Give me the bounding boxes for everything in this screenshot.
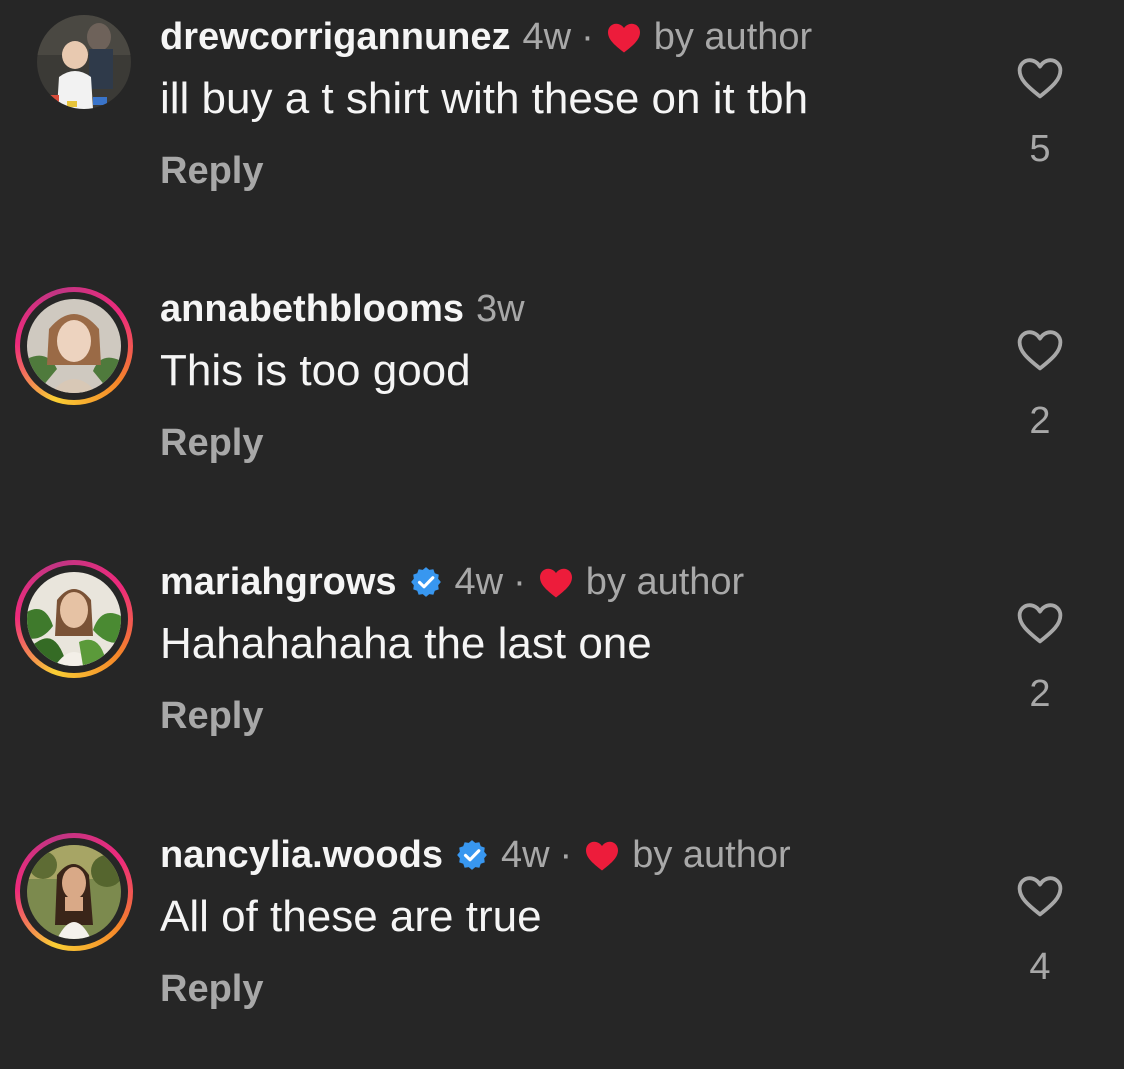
liked-by-author-label: by author	[632, 833, 791, 876]
comment-text: All of these are true	[160, 892, 542, 941]
comment-text: ill buy a t shirt with these on it tbh	[160, 74, 809, 123]
comment-text: This is too good	[160, 346, 471, 395]
reply-button[interactable]: Reply	[160, 695, 263, 738]
verified-badge-icon	[409, 565, 443, 599]
heart-outline-icon[interactable]	[1016, 328, 1064, 372]
heart-outline-icon[interactable]	[1016, 56, 1064, 100]
comment-header: annabethblooms 3w	[160, 286, 525, 332]
avatar[interactable]	[15, 287, 133, 405]
comment-text: Hahahahaha the last one	[160, 619, 652, 668]
avatar[interactable]	[15, 15, 133, 133]
avatar[interactable]	[15, 833, 133, 951]
separator-dot: ·	[581, 15, 594, 58]
red-heart-icon	[538, 566, 574, 598]
comment-header: nancylia.woods 4w · by author	[160, 832, 791, 878]
timestamp: 4w	[500, 833, 550, 876]
like-count: 2	[1029, 673, 1051, 715]
comment-item: drewcorrigannunez 4w · by author ill buy…	[0, 0, 1124, 240]
comment-item: nancylia.woods 4w · by author All of the…	[0, 818, 1124, 1058]
reply-button[interactable]: Reply	[160, 968, 263, 1011]
separator-dot: ·	[559, 833, 573, 876]
comment-header: mariahgrows 4w · by author	[160, 559, 744, 605]
comment-item: mariahgrows 4w · by author Hahahahaha th…	[0, 545, 1124, 785]
red-heart-icon	[584, 839, 620, 871]
liked-by-author-label: by author	[653, 15, 813, 58]
heart-outline-icon[interactable]	[1016, 874, 1064, 918]
heart-outline-icon[interactable]	[1016, 601, 1064, 645]
verified-badge-icon	[455, 838, 489, 872]
timestamp: 3w	[476, 287, 525, 330]
comment-item: annabethblooms 3w This is too good Reply…	[0, 272, 1124, 512]
reply-button[interactable]: Reply	[160, 150, 263, 193]
timestamp: 4w	[522, 15, 572, 58]
like-count: 2	[1029, 400, 1051, 442]
comment-header: drewcorrigannunez 4w · by author	[160, 14, 812, 60]
red-heart-icon	[606, 21, 642, 53]
timestamp: 4w	[454, 560, 504, 603]
username[interactable]: mariahgrows	[160, 561, 397, 604]
avatar[interactable]	[15, 560, 133, 678]
like-count: 5	[1029, 128, 1051, 170]
username[interactable]: drewcorrigannunez	[160, 16, 511, 59]
reply-button[interactable]: Reply	[160, 422, 263, 465]
liked-by-author-label: by author	[585, 560, 745, 603]
username[interactable]: nancylia.woods	[160, 834, 443, 877]
separator-dot: ·	[513, 560, 526, 603]
username[interactable]: annabethblooms	[160, 288, 464, 331]
like-count: 4	[1029, 946, 1051, 988]
